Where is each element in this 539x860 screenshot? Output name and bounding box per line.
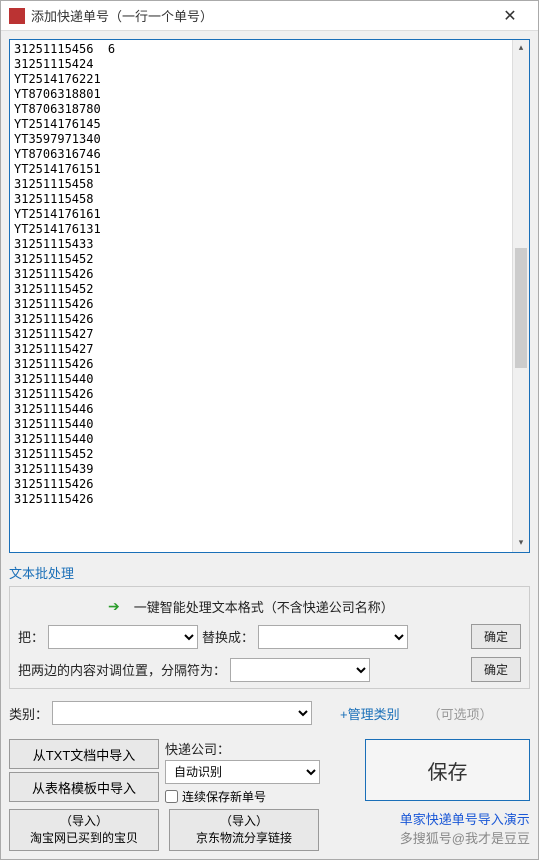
window-title: 添加快递单号（一行一个单号） <box>31 6 490 25</box>
smart-format-label[interactable]: 一键智能处理文本格式（不含快递公司名称） <box>134 597 394 616</box>
import-sheet-button[interactable]: 从表格模板中导入 <box>9 772 159 802</box>
app-icon <box>9 8 25 24</box>
import-buttons-col: 从TXT文档中导入 从表格模板中导入 <box>9 739 159 805</box>
company-select[interactable]: 自动识别 <box>165 760 320 784</box>
batch-section-label: 文本批处理 <box>9 563 530 582</box>
watermark-text: 多搜狐号@我才是豆豆 <box>400 828 530 847</box>
taobao-label: 淘宝网已买到的宝贝 <box>30 829 138 846</box>
scroll-track[interactable] <box>513 57 529 535</box>
category-row: 类别： +管理类别 （可选项） <box>9 701 530 725</box>
tracking-textarea-wrap: ▴ ▾ <box>9 39 530 553</box>
import-txt-button[interactable]: 从TXT文档中导入 <box>9 739 159 769</box>
category-select[interactable] <box>52 701 312 725</box>
replace-to-input[interactable] <box>258 625 408 649</box>
import-taobao-button[interactable]: （导入） 淘宝网已买到的宝贝 <box>9 809 159 851</box>
save-button[interactable]: 保存 <box>365 739 530 801</box>
replace-from-input[interactable] <box>48 625 198 649</box>
bottom-area: 从TXT文档中导入 从表格模板中导入 快递公司： 自动识别 连续保存新单号 保存 <box>9 739 530 805</box>
replace-from-label: 把： <box>18 627 44 646</box>
continuous-save-row: 连续保存新单号 <box>165 788 359 805</box>
company-label: 快递公司： <box>165 739 359 758</box>
import-label: （导入） <box>220 812 268 829</box>
import-label: （导入） <box>60 812 108 829</box>
scrollbar[interactable]: ▴ ▾ <box>512 40 529 552</box>
swap-label: 把两边的内容对调位置，分隔符为： <box>18 660 226 679</box>
replace-confirm-button[interactable]: 确定 <box>471 624 521 649</box>
scroll-down-icon[interactable]: ▾ <box>513 535 529 552</box>
content-area: ▴ ▾ 文本批处理 ➔ 一键智能处理文本格式（不含快递公司名称） 把： 替换成：… <box>1 31 538 859</box>
footer-links: 单家快递单号导入演示 多搜狐号@我才是豆豆 <box>400 809 530 847</box>
manage-category-link[interactable]: +管理类别 <box>340 704 400 723</box>
import-jd-button[interactable]: （导入） 京东物流分享链接 <box>169 809 319 851</box>
demo-link[interactable]: 单家快递单号导入演示 <box>400 809 530 828</box>
jd-label: 京东物流分享链接 <box>196 829 292 846</box>
swap-row: 把两边的内容对调位置，分隔符为： 确定 <box>18 657 521 682</box>
smart-format-row: ➔ 一键智能处理文本格式（不含快递公司名称） <box>18 597 521 616</box>
swap-confirm-button[interactable]: 确定 <box>471 657 521 682</box>
category-label: 类别： <box>9 704 48 723</box>
footer: （导入） 淘宝网已买到的宝贝 （导入） 京东物流分享链接 单家快递单号导入演示 … <box>9 809 530 851</box>
replace-row: 把： 替换成： 确定 <box>18 624 521 649</box>
scroll-up-icon[interactable]: ▴ <box>513 40 529 57</box>
continuous-save-checkbox[interactable] <box>165 790 178 803</box>
arrow-right-icon: ➔ <box>108 598 120 615</box>
titlebar: 添加快递单号（一行一个单号） ✕ <box>1 1 538 31</box>
optional-label: （可选项） <box>428 704 493 723</box>
replace-to-label: 替换成： <box>202 627 254 646</box>
close-button[interactable]: ✕ <box>490 6 530 26</box>
continuous-save-label: 连续保存新单号 <box>182 788 266 805</box>
tracking-input[interactable] <box>10 40 512 552</box>
swap-delimiter-input[interactable] <box>230 658 370 682</box>
batch-groupbox: ➔ 一键智能处理文本格式（不含快递公司名称） 把： 替换成： 确定 把两边的内容… <box>9 586 530 689</box>
scroll-thumb[interactable] <box>515 248 527 368</box>
company-area: 快递公司： 自动识别 连续保存新单号 <box>165 739 359 805</box>
app-window: 添加快递单号（一行一个单号） ✕ ▴ ▾ 文本批处理 ➔ 一键智能处理文本格式（… <box>0 0 539 860</box>
